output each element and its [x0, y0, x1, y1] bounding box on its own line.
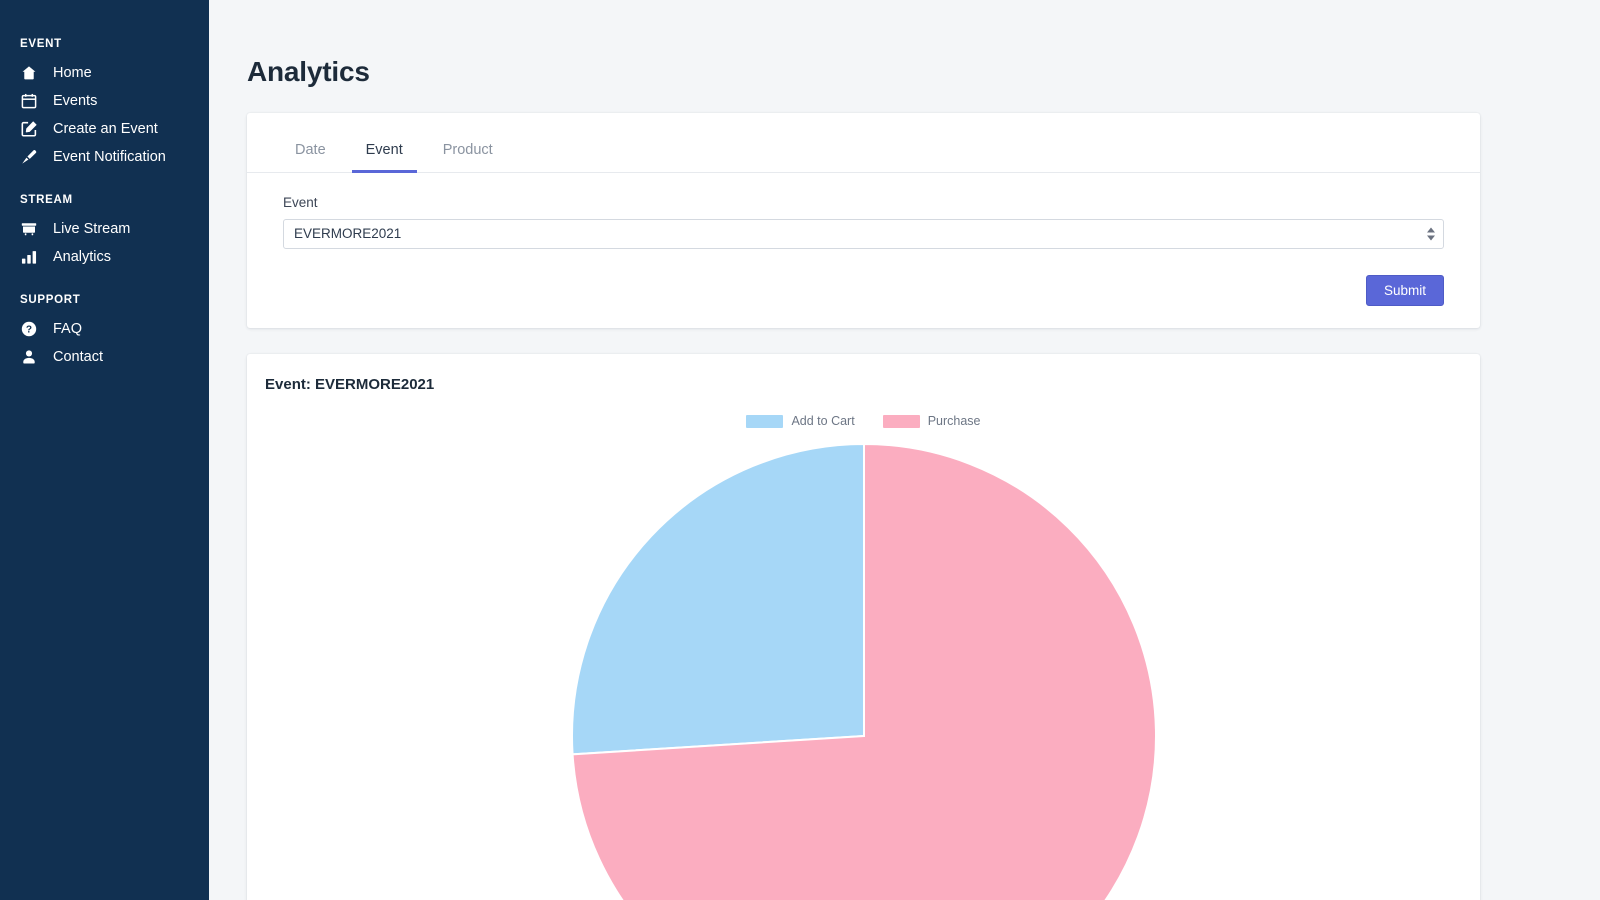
sidebar-group-support: SUPPORT ? FAQ Contact [0, 294, 209, 371]
event-select[interactable]: EVERMORE2021 [283, 219, 1444, 249]
sidebar-item-label: Events [53, 94, 97, 109]
legend-swatch-purchase [883, 415, 920, 428]
sidebar-item-contact[interactable]: Contact [0, 343, 209, 371]
sidebar-group-label-stream: STREAM [0, 194, 209, 215]
form-actions: Submit [247, 249, 1480, 307]
page-title: Analytics [247, 56, 1480, 88]
sidebar-group-event: EVENT Home Events [0, 38, 209, 171]
tab-product[interactable]: Product [429, 135, 507, 173]
event-field-block: Event EVERMORE2021 [247, 173, 1480, 249]
monitor-icon [20, 220, 38, 238]
sidebar-group-label-event: EVENT [0, 38, 209, 59]
legend-item-purchase[interactable]: Purchase [883, 415, 981, 428]
sidebar-item-label: Event Notification [53, 150, 166, 165]
svg-text:?: ? [26, 324, 32, 335]
tab-bar: Date Event Product [247, 113, 1480, 173]
legend-label: Add to Cart [791, 415, 854, 428]
legend-item-add-to-cart[interactable]: Add to Cart [746, 415, 854, 428]
home-icon [20, 64, 38, 82]
sidebar-item-events[interactable]: Events [0, 87, 209, 115]
sidebar-item-label: FAQ [53, 322, 82, 337]
chart-card: Event: EVERMORE2021 Add to Cart Purchase [247, 354, 1480, 900]
legend-swatch-add-to-cart [746, 415, 783, 428]
chart-area: Add to Cart Purchase [265, 415, 1462, 900]
sidebar-item-label: Live Stream [53, 222, 130, 237]
event-field-label: Event [283, 195, 1444, 210]
filter-card: Date Event Product Event EVERMORE2021 Su… [247, 113, 1480, 328]
tab-date[interactable]: Date [281, 135, 340, 173]
sidebar-group-label-support: SUPPORT [0, 294, 209, 315]
sidebar-item-create-an-event[interactable]: Create an Event [0, 115, 209, 143]
pie-chart-holder [265, 436, 1462, 900]
person-icon [20, 348, 38, 366]
chart-title: Event: EVERMORE2021 [265, 376, 1462, 393]
sidebar-item-label: Create an Event [53, 122, 158, 137]
main-content: Analytics Date Event Product Event EVERM… [209, 0, 1600, 900]
edit-square-icon [20, 120, 38, 138]
paintbrush-icon [20, 148, 38, 166]
sidebar-item-label: Contact [53, 350, 103, 365]
tab-event[interactable]: Event [352, 135, 417, 173]
sidebar-item-analytics[interactable]: Analytics [0, 243, 209, 271]
sidebar-item-label: Home [53, 66, 92, 81]
sidebar: EVENT Home Events [0, 0, 209, 900]
sidebar-item-faq[interactable]: ? FAQ [0, 315, 209, 343]
sidebar-group-stream: STREAM Live Stream [0, 194, 209, 271]
chart-legend: Add to Cart Purchase [265, 415, 1462, 428]
legend-label: Purchase [928, 415, 981, 428]
pie-chart-svg [564, 436, 1164, 900]
sidebar-item-home[interactable]: Home [0, 59, 209, 87]
sidebar-item-live-stream[interactable]: Live Stream [0, 215, 209, 243]
pie-chart[interactable] [564, 436, 1164, 900]
sidebar-item-event-notification[interactable]: Event Notification [0, 143, 209, 171]
app-root: EVENT Home Events [0, 0, 1600, 900]
event-select-wrap: EVERMORE2021 [283, 219, 1444, 249]
bar-chart-icon [20, 248, 38, 266]
question-circle-icon: ? [20, 320, 38, 338]
sidebar-item-label: Analytics [53, 250, 111, 265]
submit-button[interactable]: Submit [1366, 275, 1444, 307]
pie-slice[interactable] [572, 444, 864, 754]
calendar-icon [20, 92, 38, 110]
